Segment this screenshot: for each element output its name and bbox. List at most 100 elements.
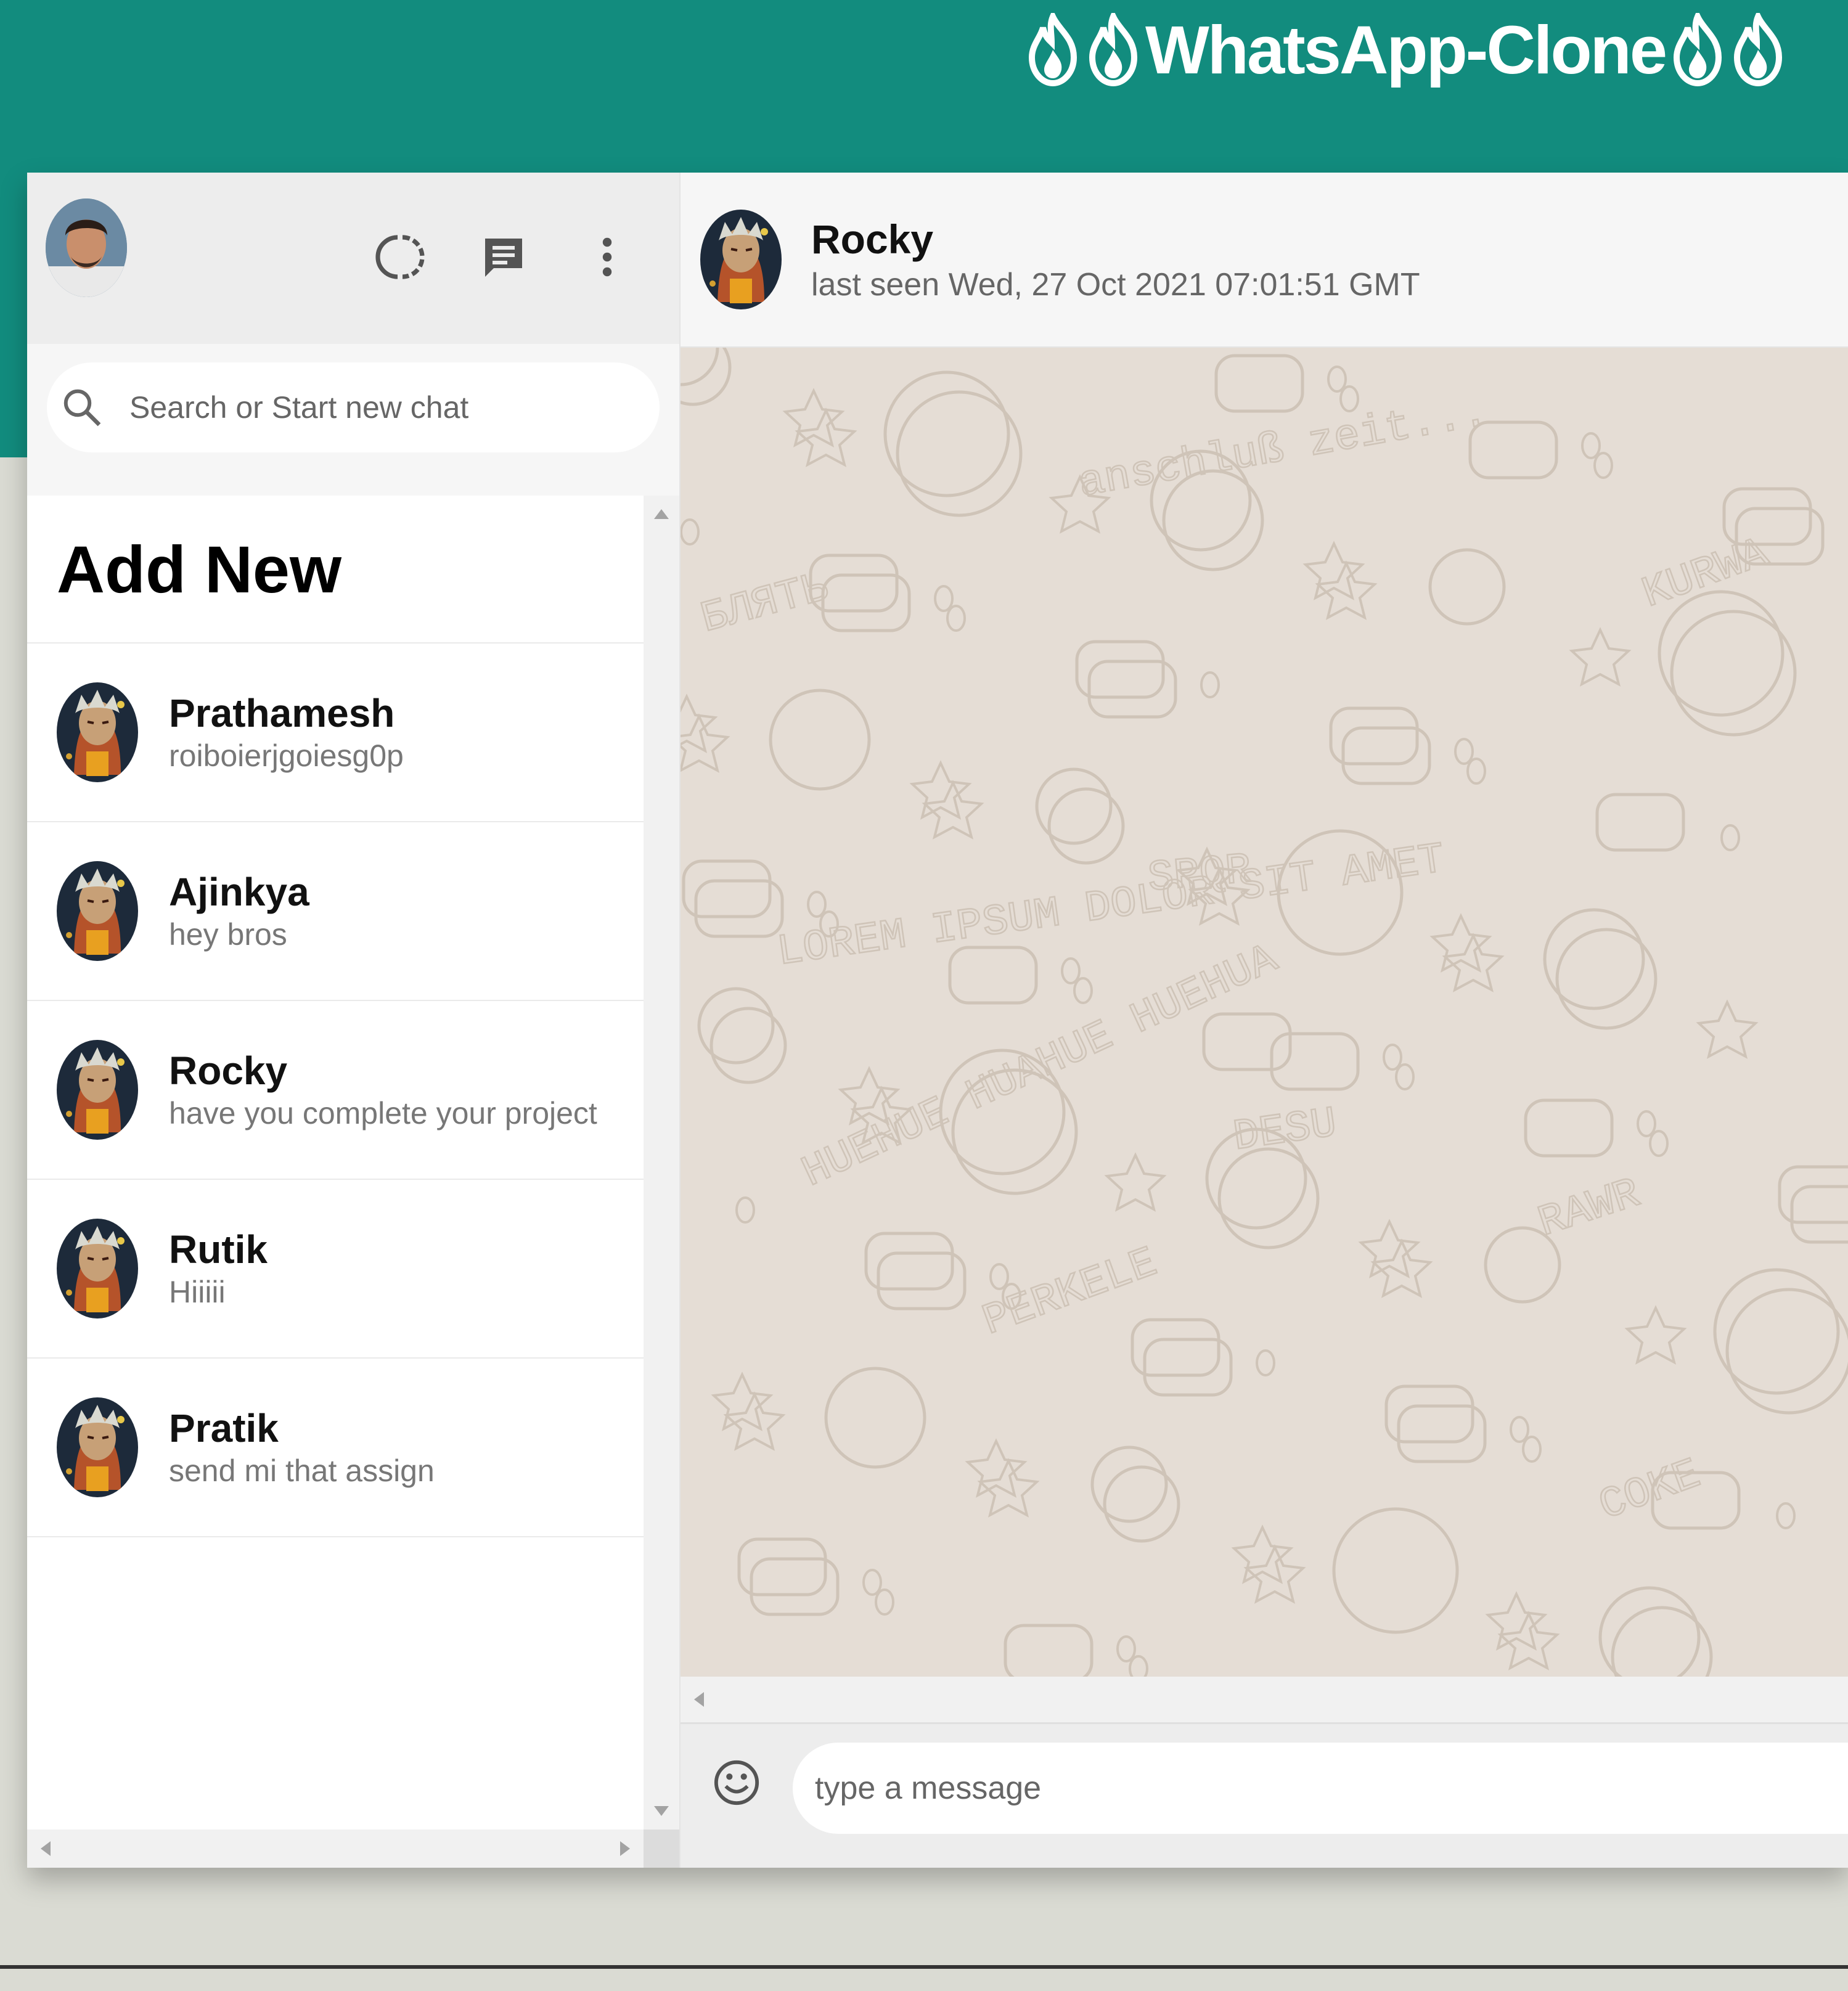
chat-item-texts: Rutik Hiiiii [169,1226,268,1311]
doodle-shape [681,518,700,546]
doodle-shape [1670,610,1797,737]
add-new-button[interactable]: Add New [27,496,644,644]
doodle-shape [1428,548,1506,626]
doodle-shape [1395,1063,1415,1090]
app-brand: WhatsApp-Clone [1024,9,1786,90]
chat-list-item[interactable]: Rocky have you complete your project [27,1001,644,1180]
doodle-shape [782,388,845,448]
doodle-word: anschluß zeit... [1075,389,1492,509]
chat-list-item[interactable]: Pratik send mi that assign [27,1359,644,1537]
doodle-shape [1332,1507,1459,1634]
doodle-word: KURWA [1637,529,1775,619]
doodle-shape [1522,1436,1542,1463]
doodle-shape [948,946,1038,1005]
chat-header[interactable]: Rocky last seen Wed, 27 Oct 2021 07:01:5… [681,173,1848,348]
chat-list-hscrollbar[interactable] [27,1830,644,1868]
chat-item-name: Rocky [169,1049,288,1093]
last-seen-status: last seen Wed, 27 Oct 2021 07:01:51 GMT [811,267,1420,303]
doodle-shape [1004,1624,1094,1677]
doodle-shape [1358,1219,1421,1278]
doodle-shape [1202,1012,1292,1071]
contact-avatar [57,682,138,782]
doodle-shape [1315,560,1378,620]
doodle-shape [1129,1655,1148,1677]
message-area[interactable]: anschluß zeit... KURWA БЛЯТЬ SPQR LOREM IPSU… [681,348,1848,1677]
doodle-shape [807,891,827,918]
doodle-word: DESU [1230,1100,1339,1163]
search-container [27,344,679,496]
chat-wallpaper: anschluß zeit...KURWAБЛЯТЬSPQRLOREM IPSU… [681,348,1848,1677]
contact-avatar [57,1040,138,1140]
search-box[interactable] [47,362,660,452]
doodle-shape [1485,1591,1548,1651]
doodle-shape [977,1458,1040,1518]
doodle-shape [1593,452,1613,479]
search-input[interactable] [128,389,636,426]
message-input-box[interactable] [793,1743,1848,1834]
chat-list: Add New Prathamesh roiboierjgoiesg0p Ajink… [27,496,644,1830]
doodle-shape [909,760,972,820]
chat-hscrollbar[interactable] [681,1677,1848,1724]
doodle-shape [1214,354,1304,413]
doodle-shape [1778,1165,1848,1224]
contact-avatar [57,1397,138,1497]
chat-item-last-message: send mi that assign [169,1453,435,1488]
doodle-shape [1429,913,1492,973]
doodle-shape [1595,793,1685,852]
doodle-shape [681,348,719,386]
fire-icon [1085,9,1142,87]
chat-list-item[interactable]: Ajinkya hey bros [27,822,644,1001]
chat-item-last-message: roiboierjgoiesg0p [169,738,404,773]
doodle-shape [875,1588,894,1616]
message-input[interactable] [814,1769,1741,1807]
doodle-shape [1035,767,1113,845]
contact-avatar[interactable] [700,210,782,309]
doodle-shape [697,987,775,1065]
more-vert-icon[interactable] [579,229,635,285]
doodle-shape [1103,1465,1180,1543]
app-title: WhatsApp-Clone [1145,12,1667,88]
contact-name: Rocky [811,216,934,262]
emoji-icon[interactable] [713,1759,761,1807]
scroll-left-arrow[interactable] [694,1692,704,1707]
doodle-word: COKE [1593,1450,1707,1532]
contact-avatar [57,861,138,961]
doodle-word: БЛЯТЬ [696,564,833,645]
chat-list-scrollbar[interactable] [644,496,679,1830]
chat-item-name: Pratik [169,1406,279,1450]
doodle-shape [1200,671,1220,698]
scroll-right-arrow[interactable] [620,1841,630,1856]
fire-icon [1730,9,1786,87]
chat-item-texts: Ajinkya hey bros [169,869,309,954]
doodle-shape [1243,1544,1306,1604]
doodle-shape [1454,738,1474,765]
sidebar-header [27,173,679,344]
scroll-down-arrow[interactable] [654,1806,669,1816]
doodle-shape [1598,1586,1701,1677]
chat-list-item[interactable]: Rutik Hiiiii [27,1180,644,1359]
chat-icon[interactable] [476,229,531,285]
chat-item-last-message: have you complete your project [169,1096,597,1130]
scroll-up-arrow[interactable] [654,509,669,519]
doodle-shape [1061,957,1081,984]
doodle-shape [1720,824,1740,851]
doodle-shape [709,1007,787,1084]
doodle-shape [862,1569,882,1596]
chat-item-texts: Prathamesh roiboierjgoiesg0p [169,690,404,775]
doodle-shape [1073,977,1093,1004]
doodle-shape [1047,787,1125,865]
doodle-shape [824,1367,926,1469]
doodle-shape [1725,1288,1848,1415]
status-ring-icon[interactable] [372,229,428,285]
doodle-shape [946,605,966,632]
doodle-shape [1327,366,1347,393]
doodle-shape [934,585,954,612]
doodle-shape [1581,432,1601,459]
sidebar: Add New Prathameshroiboierjgoiesg0p Ajink… [27,173,681,1868]
page-bottom-rule [0,1965,1848,1969]
user-avatar[interactable] [46,198,127,297]
scroll-left-arrow[interactable] [41,1841,51,1856]
chat-list-item[interactable]: Prathamesh roiboierjgoiesg0p [27,644,644,822]
doodle-shape [1696,999,1759,1059]
doodle-shape [1637,1110,1656,1137]
